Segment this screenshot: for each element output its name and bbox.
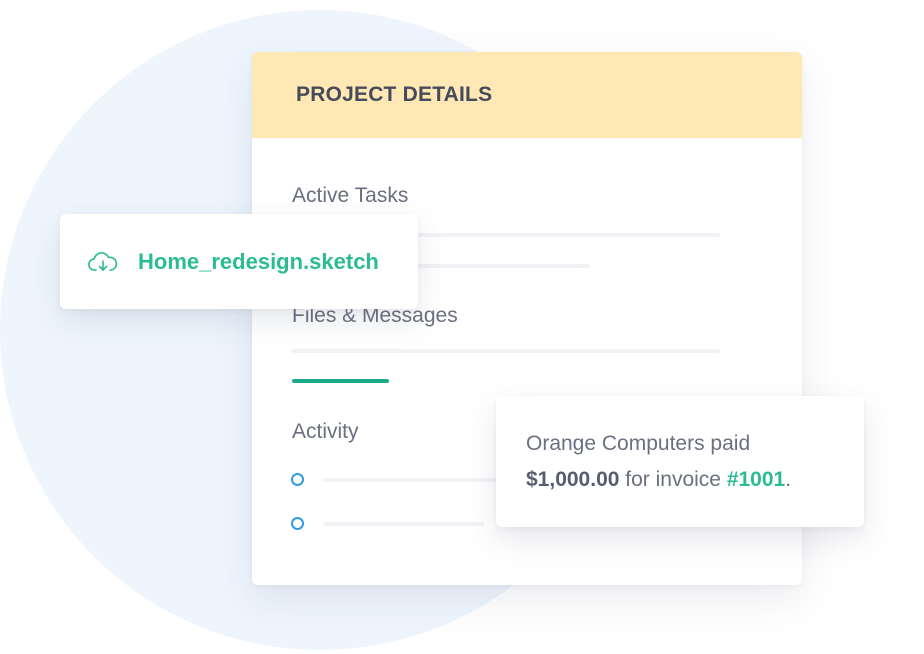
notification-detail: $1,000.00 for invoice #1001.: [526, 468, 791, 492]
file-name-link[interactable]: Home_redesign.sketch: [138, 249, 379, 275]
active-tasks-label: Active Tasks: [292, 184, 409, 207]
file-card[interactable]: Home_redesign.sketch: [60, 214, 418, 309]
invoice-link[interactable]: #1001: [727, 468, 785, 491]
notification-text: Orange Computers paid: [526, 432, 751, 455]
page-title: PROJECT DETAILS: [296, 83, 493, 106]
payment-notification-card: Orange Computers paid $1,000.00 for invo…: [496, 396, 864, 527]
notification-period: .: [785, 468, 792, 491]
notification-connector: for invoice: [619, 468, 727, 491]
files-placeholder-bar: [292, 349, 720, 353]
active-tab-indicator: [292, 379, 389, 383]
payment-amount: $1,000.00: [526, 468, 620, 491]
card-header: PROJECT DETAILS: [252, 52, 802, 138]
cloud-download-icon[interactable]: [88, 251, 118, 273]
activity-label: Activity: [292, 420, 359, 443]
activity-dot-icon: [291, 473, 304, 486]
activity-placeholder-bar: [324, 478, 524, 482]
activity-placeholder-bar: [324, 522, 484, 526]
activity-dot-icon: [291, 517, 304, 530]
